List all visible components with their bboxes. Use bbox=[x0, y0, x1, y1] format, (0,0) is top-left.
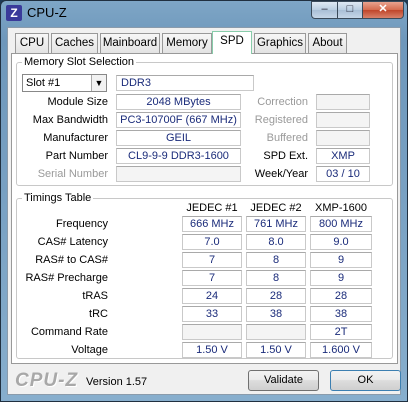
timing-row-label: Frequency bbox=[56, 218, 108, 230]
timing-cell: 1.50 V bbox=[182, 342, 242, 358]
max-bandwidth-value: PC3-10700F (667 MHz) bbox=[116, 112, 241, 128]
correction-value bbox=[316, 94, 370, 110]
timing-cell: 1.600 V bbox=[310, 342, 372, 358]
timing-cell: 38 bbox=[310, 306, 372, 322]
tab-caches[interactable]: Caches bbox=[51, 33, 98, 53]
memory-type-value: DDR3 bbox=[116, 75, 254, 91]
memory-slot-group-label: Memory Slot Selection bbox=[22, 56, 137, 68]
timing-cell: 761 MHz bbox=[246, 216, 306, 232]
timing-cell: 8 bbox=[246, 252, 306, 268]
timing-cell: 28 bbox=[246, 288, 306, 304]
window-title: CPU-Z bbox=[27, 5, 67, 20]
timing-cell: 8 bbox=[246, 270, 306, 286]
timings-col-header: JEDEC #2 bbox=[250, 202, 302, 214]
validate-button[interactable]: Validate bbox=[248, 370, 319, 391]
timing-cell: 800 MHz bbox=[310, 216, 372, 232]
cpuz-logo: CPU-Z bbox=[15, 370, 79, 391]
slot-select[interactable]: Slot #1 ▼ bbox=[22, 74, 107, 92]
registered-label: Registered bbox=[254, 114, 308, 126]
slot-select-value: Slot #1 bbox=[26, 77, 61, 89]
registered-value bbox=[316, 112, 370, 128]
spd-ext-label: SPD Ext. bbox=[263, 150, 308, 162]
serial-number-label: Serial Number bbox=[37, 168, 108, 180]
timings-col-header: JEDEC #1 bbox=[186, 202, 238, 214]
timing-row-label: RAS# to CAS# bbox=[35, 254, 108, 266]
timing-row-label: CAS# Latency bbox=[37, 236, 108, 248]
timing-cell bbox=[182, 324, 242, 340]
timings-col-header: XMP-1600 bbox=[315, 202, 367, 214]
buffered-value bbox=[316, 130, 370, 146]
spd-ext-value: XMP bbox=[316, 148, 370, 164]
version-label: Version 1.57 bbox=[86, 376, 148, 388]
timing-cell: 24 bbox=[182, 288, 242, 304]
manufacturer-label: Manufacturer bbox=[43, 132, 108, 144]
maximize-button[interactable]: □ bbox=[337, 1, 363, 19]
timing-cell: 2T bbox=[310, 324, 372, 340]
title-bar[interactable]: Z CPU-Z – □ ✕ bbox=[0, 0, 408, 27]
timing-cell: 7.0 bbox=[182, 234, 242, 250]
timings-group-label: Timings Table bbox=[22, 192, 94, 204]
manufacturer-value: GEIL bbox=[116, 130, 241, 146]
timing-cell: 9.0 bbox=[310, 234, 372, 250]
timing-cell: 7 bbox=[182, 270, 242, 286]
timing-row-label: tRAS bbox=[82, 290, 108, 302]
tab-mainboard[interactable]: Mainboard bbox=[100, 33, 160, 53]
chevron-down-icon[interactable]: ▼ bbox=[91, 75, 106, 91]
timing-row-label: Command Rate bbox=[30, 326, 108, 338]
ok-button[interactable]: OK bbox=[330, 370, 401, 391]
tab-about[interactable]: About bbox=[308, 33, 347, 53]
max-bandwidth-label: Max Bandwidth bbox=[32, 114, 108, 126]
timing-cell: 28 bbox=[310, 288, 372, 304]
close-button[interactable]: ✕ bbox=[362, 1, 404, 19]
part-number-label: Part Number bbox=[45, 150, 108, 162]
module-size-value: 2048 MBytes bbox=[116, 94, 241, 110]
timing-cell: 8.0 bbox=[246, 234, 306, 250]
timing-cell: 33 bbox=[182, 306, 242, 322]
timing-cell: 38 bbox=[246, 306, 306, 322]
minimize-button[interactable]: – bbox=[311, 1, 338, 19]
timing-row-label: RAS# Precharge bbox=[25, 272, 108, 284]
timing-cell: 9 bbox=[310, 270, 372, 286]
timing-cell: 1.50 V bbox=[246, 342, 306, 358]
timing-row-label: tRC bbox=[89, 308, 108, 320]
tab-graphics[interactable]: Graphics bbox=[254, 33, 306, 53]
tab-memory[interactable]: Memory bbox=[162, 33, 212, 53]
correction-label: Correction bbox=[257, 96, 308, 108]
week-year-label: Week/Year bbox=[254, 168, 308, 180]
timing-cell: 666 MHz bbox=[182, 216, 242, 232]
week-year-value: 03 / 10 bbox=[316, 166, 370, 182]
cpuz-app-icon: Z bbox=[6, 5, 22, 21]
timing-cell: 7 bbox=[182, 252, 242, 268]
timing-row-label: Voltage bbox=[71, 344, 108, 356]
tab-cpu[interactable]: CPU bbox=[15, 33, 49, 53]
serial-number-value bbox=[116, 166, 241, 182]
timing-cell bbox=[246, 324, 306, 340]
tab-spd[interactable]: SPD bbox=[212, 31, 252, 54]
module-size-label: Module Size bbox=[47, 96, 108, 108]
timing-cell: 9 bbox=[310, 252, 372, 268]
buffered-label: Buffered bbox=[266, 132, 308, 144]
part-number-value: CL9-9-9 DDR3-1600 bbox=[116, 148, 241, 164]
